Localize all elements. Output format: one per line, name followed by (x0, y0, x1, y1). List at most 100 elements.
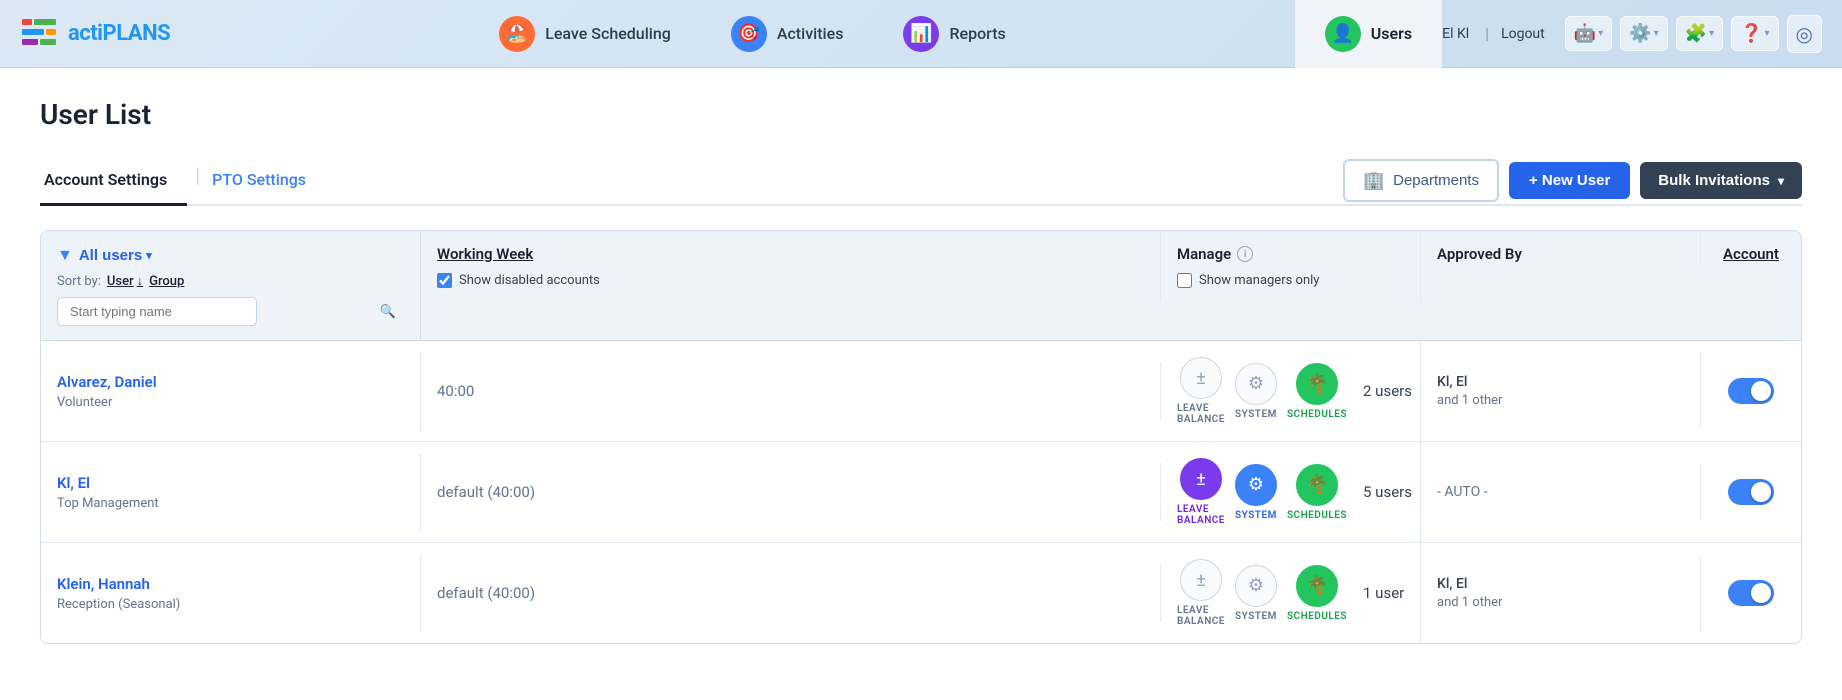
user-initials: El Kl (1442, 26, 1469, 42)
account-toggle-klein[interactable] (1728, 580, 1774, 606)
help-chevron-icon: ▾ (1765, 28, 1770, 39)
user-role-klein: Reception (Seasonal) (57, 597, 404, 612)
nav-item-leave-scheduling[interactable]: 🏖️ Leave Scheduling (469, 0, 701, 68)
table-row: Kl, El Top Management default (40:00) ± … (41, 442, 1801, 543)
filter-row: ▼ All users ▾ Sort by: User ↓ Group (41, 231, 1801, 341)
user-cell-alvarez: Alvarez, Daniel Volunteer (41, 353, 421, 430)
system-action-klel[interactable]: ⚙ SYSTEM (1235, 464, 1277, 521)
profile-button[interactable]: ◎ (1787, 15, 1822, 53)
manage-cell-klein: ± LEAVE BALANCE ⚙ SYSTEM 🌴 SCHEDULES (1161, 543, 1421, 643)
departments-button[interactable]: 🏢 Departments (1343, 159, 1499, 202)
top-navigation: actiPLANS 🏖️ Leave Scheduling 🎯 Activiti… (0, 0, 1842, 68)
sort-by-user[interactable]: User ↓ (107, 273, 143, 289)
page-content: User List Account Settings | PTO Setting… (0, 68, 1842, 700)
tab-account-settings[interactable]: Account Settings (40, 160, 187, 206)
schedules-icon: 🌴 (1306, 373, 1328, 394)
nav-item-reports[interactable]: 📊 Reports (873, 0, 1035, 68)
departments-icon: 🏢 (1363, 170, 1385, 191)
users-count-alvarez: 2 users (1363, 382, 1412, 400)
leave-balance-icon: ± (1196, 570, 1206, 591)
search-input[interactable] (57, 297, 257, 326)
table-row: Alvarez, Daniel Volunteer 40:00 ± LEAVE … (41, 341, 1801, 442)
week-cell-klein: default (40:00) (421, 564, 1161, 622)
logo-icon (20, 15, 58, 53)
schedules-action-klein[interactable]: 🌴 SCHEDULES (1287, 565, 1347, 622)
show-managers-checkbox[interactable]: Show managers only (1177, 273, 1319, 288)
help-button[interactable]: ❓ ▾ (1731, 16, 1778, 51)
tab-pto-settings[interactable]: PTO Settings (208, 160, 326, 206)
working-week-col-header: Working Week Show disabled accounts (421, 231, 1161, 302)
manage-col-header: Manage i Show managers only (1161, 231, 1421, 302)
bulk-invitations-button[interactable]: Bulk Invitations ▾ (1640, 162, 1802, 199)
leave-balance-action-klel[interactable]: ± LEAVE BALANCE (1177, 458, 1225, 526)
users-count-klein: 1 user (1363, 584, 1404, 602)
all-users-chevron-icon: ▾ (146, 249, 152, 262)
system-icon: ⚙ (1248, 373, 1264, 394)
new-user-button[interactable]: + New User (1509, 162, 1630, 199)
user-name-klel[interactable]: Kl, El (57, 474, 404, 492)
nav-links: 🏖️ Leave Scheduling 🎯 Activities 📊 Repor… (210, 0, 1295, 68)
leave-balance-action-klein[interactable]: ± LEAVE BALANCE (1177, 559, 1225, 627)
sort-by-group[interactable]: Group (149, 274, 184, 289)
user-name-klein[interactable]: Klein, Hannah (57, 575, 404, 593)
leave-balance-action-alvarez[interactable]: ± LEAVE BALANCE (1177, 357, 1225, 425)
account-toggle-klel[interactable] (1728, 479, 1774, 505)
logout-button[interactable]: Logout (1501, 26, 1545, 42)
schedules-action-alvarez[interactable]: 🌴 SCHEDULES (1287, 363, 1347, 420)
leave-balance-icon: ± (1196, 469, 1206, 490)
account-cell-klel (1701, 459, 1801, 525)
schedules-icon: 🌴 (1306, 575, 1328, 596)
user-role-klel: Top Management (57, 496, 404, 511)
system-icon: ⚙ (1248, 575, 1264, 596)
extensions-button[interactable]: 🧩 ▾ (1676, 16, 1723, 51)
system-icon: ⚙ (1248, 474, 1264, 495)
approved-cell-alvarez: Kl, El and 1 other (1421, 354, 1701, 428)
schedules-action-klel[interactable]: 🌴 SCHEDULES (1287, 464, 1347, 521)
reports-icon: 📊 (903, 16, 939, 52)
user-name-alvarez[interactable]: Alvarez, Daniel (57, 373, 404, 391)
extensions-chevron-icon: ▾ (1709, 28, 1714, 39)
filter-icon: ▼ (57, 245, 73, 265)
bulk-chevron-icon: ▾ (1778, 174, 1784, 188)
settings-button[interactable]: ⚙️ ▾ (1620, 16, 1667, 51)
bot-button[interactable]: 🤖 ▾ (1565, 16, 1612, 51)
manage-cell-klel: ± LEAVE BALANCE ⚙ SYSTEM 🌴 SCHEDULES (1161, 442, 1421, 542)
approved-cell-klein: Kl, El and 1 other (1421, 556, 1701, 630)
account-toggle-alvarez[interactable] (1728, 378, 1774, 404)
settings-chevron-icon: ▾ (1654, 28, 1659, 39)
search-icon: 🔍 (380, 304, 396, 319)
logo[interactable]: actiPLANS (20, 15, 170, 53)
leave-balance-icon: ± (1196, 368, 1206, 389)
page-title: User List (40, 98, 1802, 131)
approved-cell-klel: - AUTO - (1421, 464, 1701, 520)
sort-arrow-icon: ↓ (137, 273, 144, 289)
account-col-header: Account (1701, 231, 1801, 263)
account-cell-alvarez (1701, 358, 1801, 424)
show-disabled-checkbox[interactable]: Show disabled accounts (437, 273, 600, 288)
profile-circle-icon: ◎ (1796, 22, 1813, 46)
bot-chevron-icon: ▾ (1598, 28, 1603, 39)
user-cell-klel: Kl, El Top Management (41, 454, 421, 531)
nav-item-users[interactable]: 👤 Users (1295, 0, 1442, 68)
approved-by-col-header: Approved By (1421, 231, 1701, 263)
nav-right-area: El Kl | Logout 🤖 ▾ ⚙️ ▾ 🧩 ▾ ❓ ▾ ◎ (1442, 15, 1822, 53)
user-cell-klein: Klein, Hannah Reception (Seasonal) (41, 555, 421, 632)
tabs-left: Account Settings | PTO Settings (40, 160, 326, 204)
users-icon: 👤 (1325, 16, 1361, 52)
manage-cell-alvarez: ± LEAVE BALANCE ⚙ SYSTEM 🌴 SCHEDULES (1161, 341, 1421, 441)
schedules-icon: 🌴 (1306, 474, 1328, 495)
nav-item-activities[interactable]: 🎯 Activities (701, 0, 874, 68)
user-role-alvarez: Volunteer (57, 395, 404, 410)
manage-info-icon[interactable]: i (1237, 246, 1253, 262)
table-row: Klein, Hannah Reception (Seasonal) defau… (41, 543, 1801, 643)
users-count-klel: 5 users (1363, 483, 1412, 501)
activities-icon: 🎯 (731, 16, 767, 52)
filter-users-cell: ▼ All users ▾ Sort by: User ↓ Group (41, 231, 421, 340)
tabs-row: Account Settings | PTO Settings 🏢 Depart… (40, 159, 1802, 206)
system-action-alvarez[interactable]: ⚙ SYSTEM (1235, 363, 1277, 420)
system-action-klein[interactable]: ⚙ SYSTEM (1235, 565, 1277, 622)
leave-scheduling-icon: 🏖️ (499, 16, 535, 52)
account-cell-klein (1701, 560, 1801, 626)
all-users-filter[interactable]: All users ▾ (79, 247, 152, 264)
week-cell-klel: default (40:00) (421, 463, 1161, 521)
